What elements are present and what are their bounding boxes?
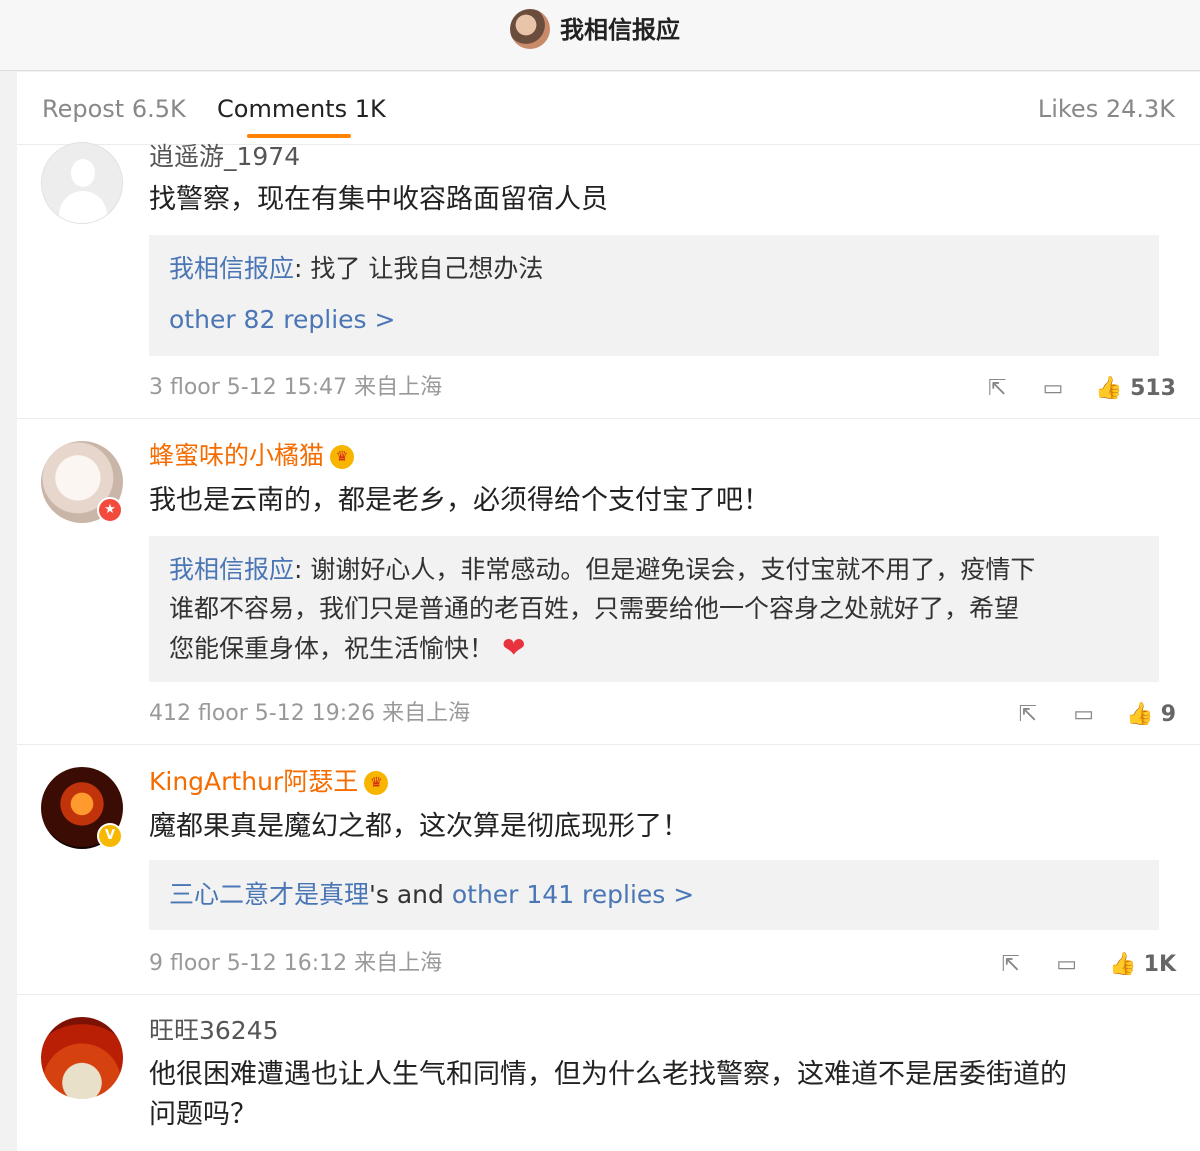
more-replies-link[interactable]: other 141 replies > bbox=[452, 880, 694, 909]
comment-text: 魔都果真是魔幻之都，这次算是彻底现形了！ bbox=[149, 811, 689, 842]
reply-line: 您能保重身体，祝生活愉快！ ❤ bbox=[169, 628, 1139, 668]
comment-text: 他很困难遭遇也让人生气和同情，但为什么老找警察，这难道不是居委街道的 问题吗？ bbox=[149, 1055, 1159, 1135]
verified-red-badge: ★ bbox=[97, 497, 123, 523]
page-title: 我相信报应 bbox=[560, 16, 680, 44]
like-icon[interactable]: 👍 bbox=[1125, 702, 1155, 727]
user-avatar[interactable] bbox=[41, 1017, 123, 1099]
reply-box[interactable]: 我相信报应: 谢谢好心人，非常感动。但是避免误会，支付宝就不用了，疫情下 谁都不… bbox=[149, 536, 1159, 682]
comment-text: 我也是云南的，都是老乡，必须得给个支付宝了吧！ bbox=[149, 485, 770, 516]
reply-text: 您能保重身体，祝生活愉快！ bbox=[169, 634, 495, 663]
comment-actions: ⇱ ▭ 👍 513 bbox=[982, 372, 1176, 404]
comment-text-line: 他很困难遭遇也让人生气和同情，但为什么老找警察，这难道不是居委街道的 bbox=[149, 1059, 1067, 1090]
comment-meta: 3 floor 5-12 15:47 来自上海 bbox=[149, 375, 443, 400]
like-count: 1K bbox=[1143, 951, 1176, 977]
comments-panel: Repost 6.5K Comments 1K Likes 24.3K 逍遥游_… bbox=[17, 72, 1200, 1151]
tab-bar: Repost 6.5K Comments 1K Likes 24.3K bbox=[17, 72, 1200, 145]
reply-box[interactable]: 我相信报应: 找了 让我自己想办法 other 82 replies > bbox=[149, 235, 1159, 356]
reply-line: 我相信报应: 谢谢好心人，非常感动。但是避免误会，支付宝就不用了，疫情下 bbox=[169, 550, 1139, 589]
comment-username[interactable]: 旺旺36245 bbox=[149, 1014, 279, 1048]
reply-line: 三心二意才是真理's and other 141 replies > bbox=[169, 875, 1139, 914]
reply-text: : 谢谢好心人，非常感动。但是避免误会，支付宝就不用了，疫情下 bbox=[294, 555, 1036, 584]
username-text: 蜂蜜味的小橘猫 bbox=[149, 441, 325, 470]
comment-item: V KingArthur阿瑟王 ♛ 魔都果真是魔幻之都，这次算是彻底现形了！ 三心… bbox=[17, 745, 1200, 995]
reply-text: : 找了 让我自己想办法 bbox=[294, 254, 544, 283]
reply-line: 我相信报应: 找了 让我自己想办法 bbox=[169, 249, 1139, 288]
crown-icon: ♛ bbox=[364, 771, 389, 795]
like-count: 9 bbox=[1160, 701, 1176, 727]
user-avatar[interactable] bbox=[41, 142, 123, 224]
comment-icon[interactable]: ▭ bbox=[1038, 376, 1068, 401]
tab-likes[interactable]: Likes 24.3K bbox=[1038, 92, 1175, 126]
comment-text-line: 问题吗？ bbox=[149, 1099, 257, 1130]
reply-author-link[interactable]: 我相信报应 bbox=[169, 555, 294, 584]
comment-username[interactable]: 逍遥游_1974 bbox=[149, 140, 300, 174]
share-icon[interactable]: ⇱ bbox=[1013, 702, 1043, 727]
heart-icon: ❤ bbox=[501, 631, 526, 664]
reply-author-link[interactable]: 我相信报应 bbox=[169, 254, 294, 283]
reply-box[interactable]: 三心二意才是真理's and other 141 replies > bbox=[149, 860, 1159, 930]
share-icon[interactable]: ⇱ bbox=[996, 952, 1026, 977]
share-icon[interactable]: ⇱ bbox=[982, 376, 1012, 401]
comment-item: ★ 蜂蜜味的小橘猫 ♛ 我也是云南的，都是老乡，必须得给个支付宝了吧！ 我相信报应… bbox=[17, 419, 1200, 745]
comment-icon[interactable]: ▭ bbox=[1052, 952, 1082, 977]
comment-item: 逍遥游_1974 找警察，现在有集中收容路面留宿人员 我相信报应: 找了 让我自… bbox=[17, 142, 1200, 419]
comment-actions: ⇱ ▭ 👍 1K bbox=[996, 948, 1176, 980]
reply-text: 's and bbox=[369, 880, 452, 909]
active-tab-indicator bbox=[247, 134, 351, 138]
reply-line: 谁都不容易，我们只是普通的老百姓，只需要给他一个容身之处就好了，希望 bbox=[169, 594, 1020, 623]
comment-username[interactable]: 蜂蜜味的小橘猫 ♛ bbox=[149, 439, 355, 473]
like-icon[interactable]: 👍 bbox=[1108, 952, 1138, 977]
comment-meta: 412 floor 5-12 19:26 来自上海 bbox=[149, 701, 471, 726]
username-text: KingArthur阿瑟王 bbox=[149, 767, 359, 796]
comment-actions: ⇱ ▭ 👍 9 bbox=[1013, 698, 1176, 730]
like-count: 513 bbox=[1130, 375, 1176, 401]
poster-avatar[interactable] bbox=[510, 9, 550, 49]
crown-icon: ♛ bbox=[330, 445, 355, 469]
reply-author-link[interactable]: 三心二意才是真理 bbox=[169, 880, 369, 909]
top-bar: 我相信报应 bbox=[0, 0, 1200, 71]
more-replies-link[interactable]: other 82 replies > bbox=[169, 300, 1139, 339]
comment-item: 旺旺36245 他很困难遭遇也让人生气和同情，但为什么老找警察，这难道不是居委街… bbox=[17, 995, 1200, 1151]
verified-gold-badge: V bbox=[97, 823, 123, 849]
tab-repost[interactable]: Repost 6.5K bbox=[42, 92, 186, 126]
tab-comments[interactable]: Comments 1K bbox=[217, 92, 386, 126]
comment-text: 找警察，现在有集中收容路面留宿人员 bbox=[149, 184, 608, 215]
comment-meta: 9 floor 5-12 16:12 来自上海 bbox=[149, 951, 443, 976]
like-icon[interactable]: 👍 bbox=[1094, 376, 1124, 401]
comment-icon[interactable]: ▭ bbox=[1069, 702, 1099, 727]
comment-username[interactable]: KingArthur阿瑟王 ♛ bbox=[149, 765, 389, 799]
